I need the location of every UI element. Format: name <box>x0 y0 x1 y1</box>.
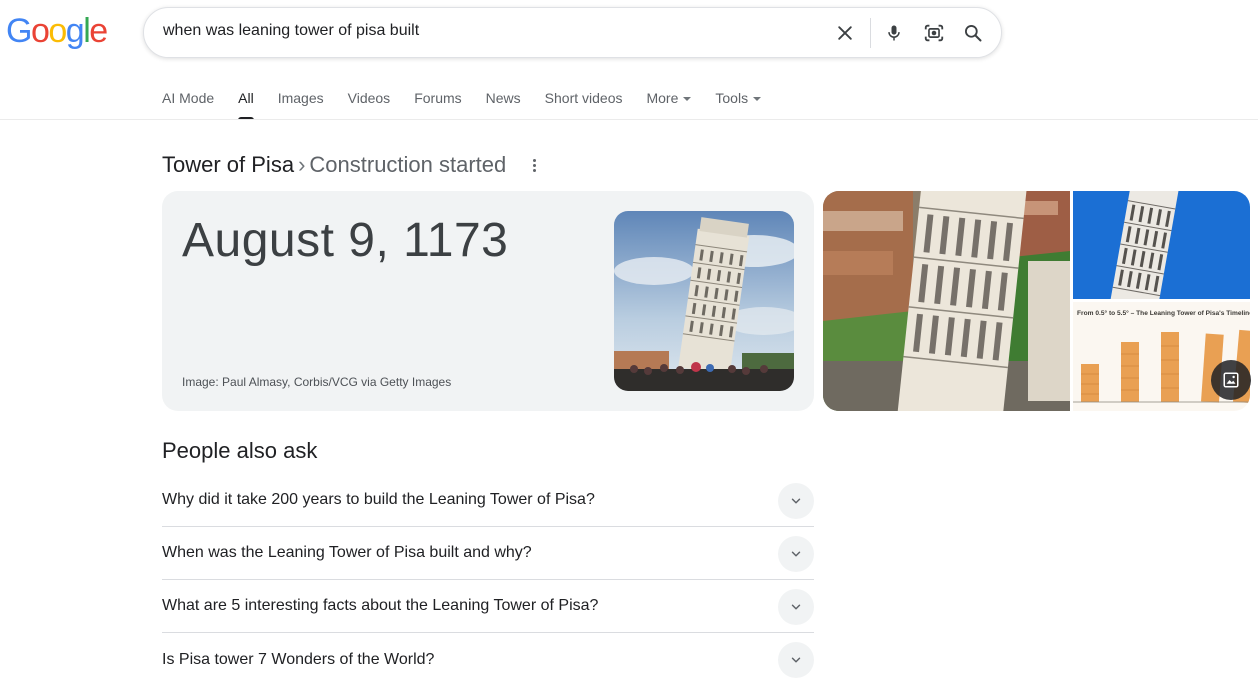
paa-question-text: Is Pisa tower 7 Wonders of the World? <box>162 650 435 668</box>
paa-question[interactable]: When was the Leaning Tower of Pisa built… <box>162 527 814 580</box>
attribute-label: Construction started <box>309 152 507 177</box>
paa-title: People also ask <box>162 438 318 463</box>
tab-label: Tools <box>715 90 749 106</box>
tab-forums[interactable]: Forums <box>414 88 461 120</box>
search-input[interactable] <box>163 22 803 40</box>
logo-letter: o <box>48 12 67 50</box>
google-logo[interactable]: Google <box>6 12 108 50</box>
paa-list: Why did it take 200 years to build the L… <box>162 474 814 681</box>
paa-question-text: Why did it take 200 years to build the L… <box>162 491 595 508</box>
chevron-down-icon[interactable] <box>778 642 814 678</box>
search-divider <box>870 18 871 48</box>
tab-label: Videos <box>347 90 391 106</box>
camera-lens-icon[interactable] <box>920 19 948 47</box>
search-tabs: AI Mode All Images Videos Forums News Sh… <box>162 88 785 120</box>
close-icon[interactable] <box>831 19 859 47</box>
gallery-image-aerial[interactable] <box>823 191 1070 411</box>
chevron-down-icon[interactable] <box>778 483 814 519</box>
tab-more[interactable]: More <box>646 88 692 120</box>
logo-letter: g <box>65 12 85 50</box>
tab-label: News <box>485 90 521 106</box>
breadcrumb-separator: › <box>298 152 306 177</box>
tab-label: All <box>238 90 254 106</box>
image-credit: Image: Paul Almasy, Corbis/VCG via Getty… <box>182 375 452 389</box>
answer-card: August 9, 1173 Image: Paul Almasy, Corbi… <box>162 191 814 411</box>
tab-ai-mode[interactable]: AI Mode <box>162 88 214 120</box>
tab-label: Images <box>277 90 324 106</box>
paa-question-text: When was the Leaning Tower of Pisa built… <box>162 544 532 561</box>
entity-link[interactable]: Tower of Pisa <box>162 152 294 177</box>
caret-down-icon <box>753 97 762 102</box>
logo-letter: G <box>6 12 32 50</box>
tab-images[interactable]: Images <box>278 88 324 120</box>
tab-videos[interactable]: Videos <box>348 88 391 120</box>
tab-news[interactable]: News <box>486 88 521 120</box>
paa-question-text: What are 5 interesting facts about the L… <box>162 597 599 614</box>
logo-letter: o <box>30 12 50 50</box>
caret-down-icon <box>683 97 692 102</box>
infographic-title: From 0.5° to 5.5° – The Leaning Tower of… <box>1077 309 1250 317</box>
gallery-image-tower-sky[interactable] <box>1073 191 1250 299</box>
chevron-down-icon[interactable] <box>778 536 814 572</box>
image-gallery-icon[interactable] <box>1211 360 1251 400</box>
search-box <box>143 7 1002 58</box>
paa-question[interactable]: Is Pisa tower 7 Wonders of the World? <box>162 633 814 681</box>
search-icon[interactable] <box>959 19 987 47</box>
tab-short-videos[interactable]: Short videos <box>545 88 623 120</box>
chevron-down-icon[interactable] <box>778 589 814 625</box>
tab-label: Short videos <box>544 90 623 106</box>
microphone-icon[interactable] <box>880 19 908 47</box>
tower-thumbnail[interactable] <box>614 211 794 391</box>
tab-label: More <box>646 90 679 106</box>
logo-letter: e <box>89 12 108 50</box>
tab-label: Forums <box>414 90 462 106</box>
featured-breadcrumb: Tower of Pisa › Construction started <box>162 152 506 178</box>
tab-all[interactable]: All <box>238 88 254 120</box>
tab-label: AI Mode <box>162 90 215 106</box>
header-divider <box>0 119 1258 120</box>
paa-question[interactable]: Why did it take 200 years to build the L… <box>162 474 814 527</box>
paa-question[interactable]: What are 5 interesting facts about the L… <box>162 580 814 633</box>
tab-tools[interactable]: Tools <box>715 88 762 120</box>
three-dot-vertical-icon[interactable] <box>528 156 540 174</box>
answer-value: August 9, 1173 <box>182 214 509 267</box>
